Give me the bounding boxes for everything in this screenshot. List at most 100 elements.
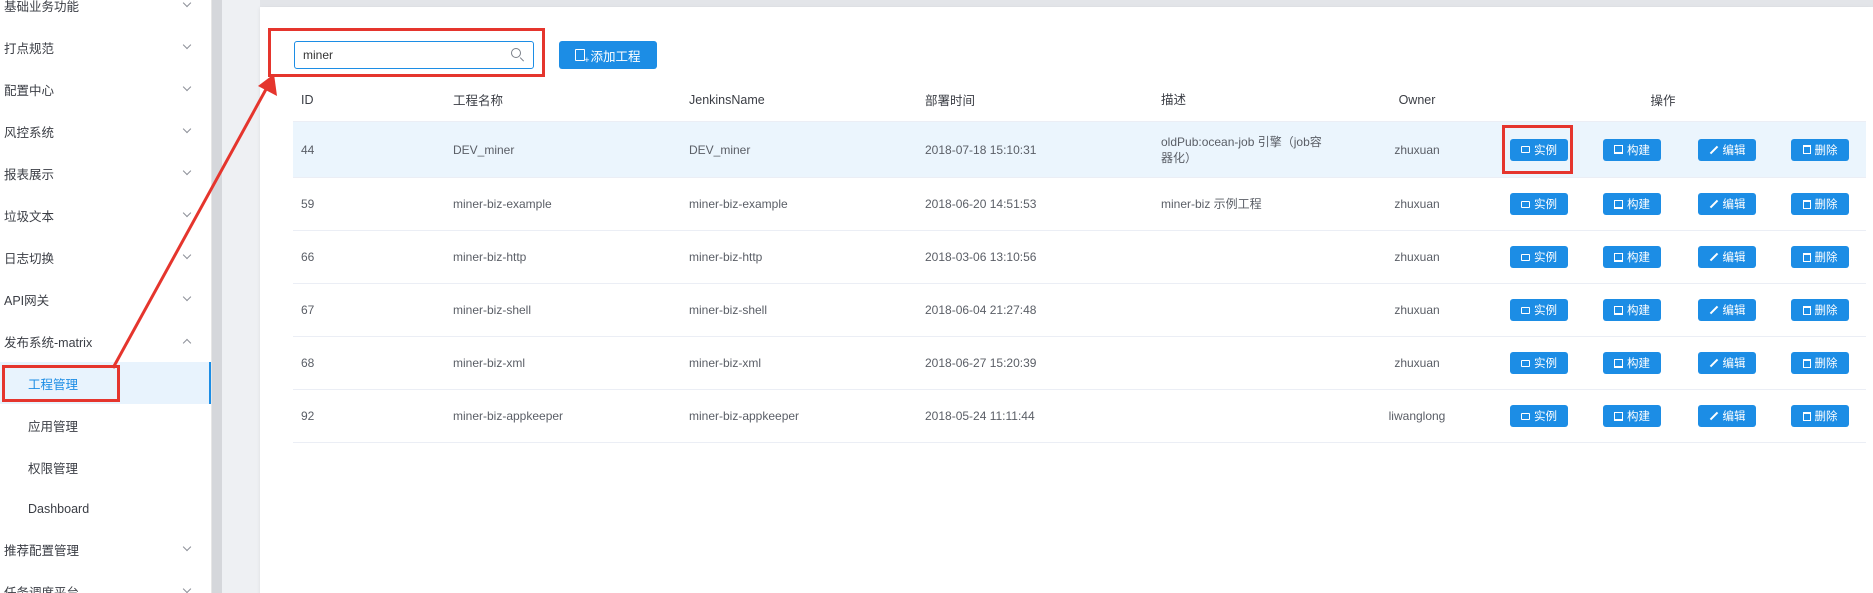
build-label: 构建 [1627,144,1650,157]
instance-label: 实例 [1534,358,1557,370]
sidebar-scrollbar[interactable] [212,0,222,593]
edit-button[interactable]: 编辑 [1698,405,1756,427]
table-row[interactable]: 59 miner-biz-example miner-biz-example 2… [293,178,1866,231]
cell-name: miner-biz-example [453,197,552,211]
pencil-icon [1709,411,1718,421]
cell-name: miner-biz-http [453,250,527,264]
cell-id: 68 [301,356,315,370]
cell-owner: zhuxuan [1394,356,1440,370]
annotation-box-sidebar [2,365,120,402]
build-button[interactable]: 构建 [1603,138,1661,161]
instance-button[interactable]: 实例 [1510,193,1568,215]
build-button[interactable]: 构建 [1603,405,1661,427]
sidebar-item-risk-control[interactable]: 风控系统 [0,110,211,152]
add-project-button[interactable]: 添加工程 [559,41,657,69]
delete-button[interactable]: 删除 [1791,299,1849,321]
sidebar-item-label: 风控系统 [4,125,55,140]
header-time: 部署时间 [925,94,976,108]
sidebar-item-label: 任务调度平台 [4,585,80,593]
table-row[interactable]: 68 miner-biz-xml miner-biz-xml 2018-06-2… [293,337,1866,390]
trash-icon [1802,411,1811,421]
sidebar-item-label: 打点规范 [4,41,55,56]
header-name: 工程名称 [453,94,504,108]
instance-button[interactable]: 实例 [1510,246,1568,268]
sidebar-item-log-switch[interactable]: 日志切换 [0,236,211,278]
instance-button[interactable]: 实例 [1510,299,1568,321]
sidebar-item-dashboard[interactable]: Dashboard [0,488,211,530]
build-button[interactable]: 构建 [1603,193,1661,215]
edit-button[interactable]: 编辑 [1698,246,1756,268]
chevron-down-icon [182,584,192,593]
chevron-down-icon [182,82,192,92]
monitor-icon [1614,358,1623,368]
monitor-icon [1614,411,1623,421]
delete-label: 删除 [1814,252,1838,264]
sidebar-item-spam-text[interactable]: 垃圾文本 [0,194,211,236]
edit-label: 编辑 [1722,358,1746,370]
edit-label: 编辑 [1722,144,1746,157]
cell-owner: zhuxuan [1394,142,1440,157]
cell-time: 2018-07-18 15:10:31 [925,142,1037,157]
sidebar-item-label: 推荐配置管理 [4,543,80,558]
sidebar-item-api-gateway[interactable]: API网关 [0,278,211,320]
instance-button[interactable]: 实例 [1510,405,1568,427]
delete-button[interactable]: 删除 [1791,138,1849,161]
cell-time: 2018-06-20 14:51:53 [925,197,1037,211]
cell-desc: oldPub:ocean-job 引擎（job容器化） [1161,134,1322,165]
sidebar: 基础业务功能 打点规范 配置中心 风控系统 报表展示 垃圾文本 日志切换 API… [0,0,212,593]
build-button[interactable]: 构建 [1603,299,1661,321]
cell-desc [1161,284,1331,336]
cell-jenkins: miner-biz-appkeeper [689,409,800,423]
sidebar-item-label: 基础业务功能 [4,0,80,14]
cell-name: miner-biz-appkeeper [453,409,564,423]
header-ops: 操作 [1650,94,1676,108]
chevron-down-icon [182,250,192,260]
monitor-icon [1614,199,1623,209]
table-row[interactable]: 67 miner-biz-shell miner-biz-shell 2018-… [293,284,1866,337]
sidebar-item-label: Dashboard [28,502,90,516]
sidebar-item-label: API网关 [4,293,50,308]
instance-button[interactable]: 实例 [1510,352,1568,374]
cell-name: miner-biz-shell [453,303,532,317]
cell-desc: miner-biz 示例工程 [1161,197,1262,211]
cell-name: miner-biz-xml [453,356,525,370]
chevron-down-icon [182,542,192,552]
sidebar-item-release-matrix[interactable]: 发布系统-matrix [0,320,211,362]
table-header: ID 工程名称 JenkinsName 部署时间 描述 Owner 操作 [293,78,1866,122]
sidebar-item-config-center[interactable]: 配置中心 [0,68,211,110]
delete-button[interactable]: 删除 [1791,246,1849,268]
monitor-icon [1614,252,1623,262]
sidebar-item-permission-management[interactable]: 权限管理 [0,446,211,488]
edit-button[interactable]: 编辑 [1698,193,1756,215]
sidebar-item-tracking-spec[interactable]: 打点规范 [0,26,211,68]
table-row[interactable]: 44 DEV_miner DEV_miner 2018-07-18 15:10:… [293,122,1866,178]
cell-owner: zhuxuan [1394,303,1440,317]
edit-button[interactable]: 编辑 [1698,352,1756,374]
delete-button[interactable]: 删除 [1791,193,1849,215]
annotation-box-search [268,28,545,77]
cell-jenkins: miner-biz-example [689,197,788,211]
delete-label: 删除 [1814,411,1838,423]
cell-jenkins: DEV_miner [689,142,751,157]
build-button[interactable]: 构建 [1603,352,1661,374]
build-button[interactable]: 构建 [1603,246,1661,268]
delete-button[interactable]: 删除 [1791,352,1849,374]
chevron-down-icon [182,40,192,50]
cell-id: 92 [301,409,315,423]
sidebar-item-app-management[interactable]: 应用管理 [0,404,211,446]
delete-button[interactable]: 删除 [1791,405,1849,427]
instance-label: 实例 [1534,411,1557,423]
cell-id: 44 [301,142,315,157]
sidebar-item-reports[interactable]: 报表展示 [0,152,211,194]
delete-label: 删除 [1814,199,1838,211]
edit-label: 编辑 [1722,199,1746,211]
table-row[interactable]: 66 miner-biz-http miner-biz-http 2018-03… [293,231,1866,284]
instance-icon [1521,359,1530,367]
sidebar-item-task-scheduler[interactable]: 任务调度平台 [0,570,211,593]
sidebar-item-recommend-config[interactable]: 推荐配置管理 [0,528,211,570]
edit-button[interactable]: 编辑 [1698,138,1756,161]
table-row[interactable]: 92 miner-biz-appkeeper miner-biz-appkeep… [293,390,1866,443]
edit-button[interactable]: 编辑 [1698,299,1756,321]
build-label: 构建 [1627,411,1650,423]
sidebar-item-basic-business[interactable]: 基础业务功能 [0,0,211,26]
